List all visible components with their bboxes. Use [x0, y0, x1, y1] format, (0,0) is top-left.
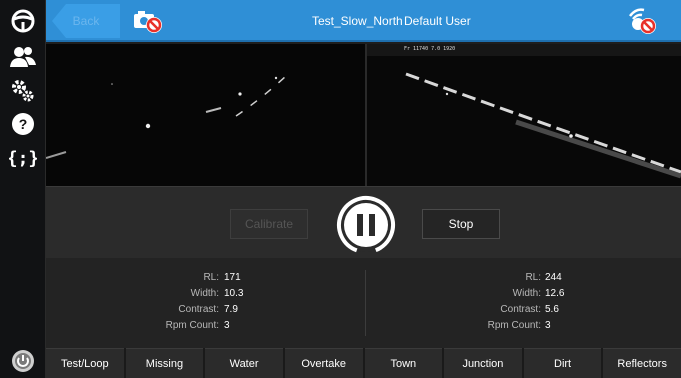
- tab-water[interactable]: Water: [205, 348, 283, 378]
- tab-reflectors[interactable]: Reflectors: [603, 348, 681, 378]
- stat-value: 5.6: [545, 304, 559, 315]
- tab-missing[interactable]: Missing: [125, 348, 204, 378]
- svg-text:{;}: {;}: [9, 148, 37, 169]
- svg-text:?: ?: [19, 116, 28, 132]
- settings-icon[interactable]: [6, 74, 40, 108]
- tab-town[interactable]: Town: [364, 348, 443, 378]
- stat-row: RL: 244: [46, 271, 681, 285]
- back-button[interactable]: Back: [52, 4, 120, 38]
- road-camera-image: [46, 44, 681, 186]
- user-name: Default User: [404, 14, 471, 28]
- users-icon[interactable]: [6, 40, 40, 74]
- gps-disabled-icon: [626, 6, 658, 36]
- help-icon[interactable]: ?: [6, 107, 40, 141]
- stat-label: Width:: [512, 288, 541, 299]
- top-bar: Back Test_Slow_North Default User: [46, 0, 681, 42]
- power-icon[interactable]: [6, 344, 40, 378]
- steering-wheel-icon[interactable]: [6, 4, 40, 38]
- camera-feed: Fr 11740 7.0 1920: [46, 44, 681, 186]
- stat-row: Contrast: 5.6: [46, 303, 681, 317]
- control-panel: Calibrate Stop: [46, 186, 681, 258]
- code-icon[interactable]: {;}: [6, 140, 40, 174]
- pause-icon[interactable]: [336, 195, 396, 255]
- camera-divider: [365, 44, 367, 186]
- camera-overlay-text: Fr 11740 7.0 1920: [404, 46, 456, 52]
- stat-row: Width: 12.6: [46, 287, 681, 301]
- sidebar: ? {;}: [0, 0, 46, 378]
- stat-row: Rpm Count: 3: [46, 319, 681, 333]
- stat-value: 3: [545, 320, 551, 331]
- camera-disabled-icon: [132, 6, 164, 36]
- stop-button[interactable]: Stop: [422, 209, 500, 239]
- tab-junction[interactable]: Junction: [444, 348, 522, 378]
- stat-value: 12.6: [545, 288, 565, 299]
- calibrate-button[interactable]: Calibrate: [230, 209, 308, 239]
- tab-test-loop[interactable]: Test/Loop: [46, 348, 124, 378]
- test-name: Test_Slow_North: [312, 14, 403, 28]
- stat-label: Rpm Count:: [487, 320, 541, 331]
- tab-dirt[interactable]: Dirt: [523, 348, 602, 378]
- stats-panel: RL: 171 Width: 10.3 Contrast: 7.9 Rpm Co…: [46, 258, 681, 348]
- stat-label: RL:: [525, 272, 541, 283]
- event-tabs: Test/Loop Missing Water Overtake Town Ju…: [46, 348, 681, 378]
- stat-value: 244: [545, 272, 562, 283]
- tab-overtake[interactable]: Overtake: [284, 348, 363, 378]
- stat-label: Contrast:: [500, 304, 541, 315]
